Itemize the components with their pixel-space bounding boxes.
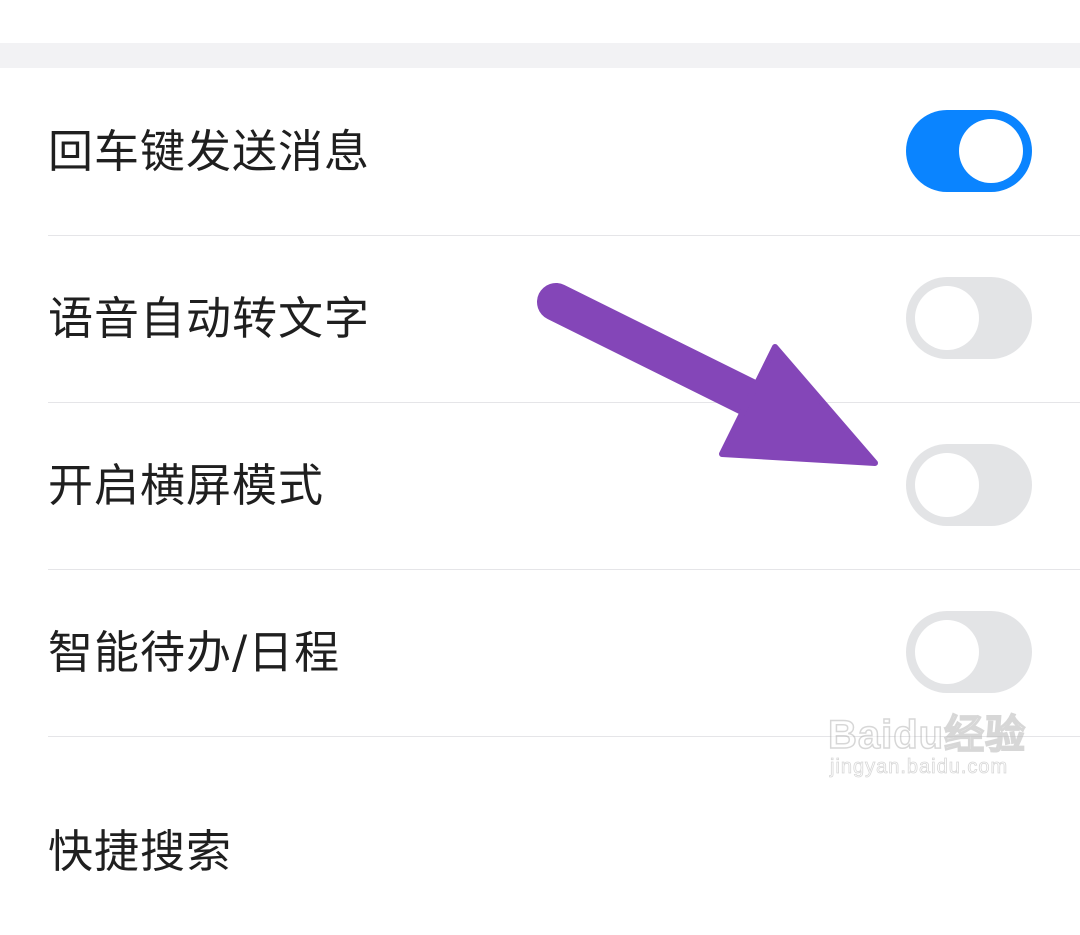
settings-list: 回车键发送消息 语音自动转文字 开启横屏模式 智能待办/日程 快捷搜索 (0, 68, 1080, 903)
setting-row-voice-to-text[interactable]: 语音自动转文字 (0, 235, 1080, 402)
setting-label: 回车键发送消息 (48, 125, 371, 178)
setting-row-quick-search[interactable]: 快捷搜索 (0, 736, 1080, 903)
setting-label: 智能待办/日程 (48, 626, 341, 679)
setting-label: 开启横屏模式 (48, 459, 325, 512)
section-divider (0, 43, 1080, 68)
toggle-knob (915, 286, 979, 350)
setting-label: 语音自动转文字 (48, 292, 371, 345)
setting-label: 快捷搜索 (48, 825, 233, 878)
smart-todo-toggle[interactable] (906, 611, 1032, 693)
toggle-knob (915, 453, 979, 517)
top-area (0, 0, 1080, 43)
enter-to-send-toggle[interactable] (906, 110, 1032, 192)
landscape-mode-toggle[interactable] (906, 444, 1032, 526)
voice-to-text-toggle[interactable] (906, 277, 1032, 359)
toggle-knob (915, 620, 979, 684)
setting-row-smart-todo[interactable]: 智能待办/日程 (0, 569, 1080, 736)
toggle-knob (959, 119, 1023, 183)
setting-row-landscape-mode[interactable]: 开启横屏模式 (0, 402, 1080, 569)
setting-row-enter-to-send[interactable]: 回车键发送消息 (0, 68, 1080, 235)
